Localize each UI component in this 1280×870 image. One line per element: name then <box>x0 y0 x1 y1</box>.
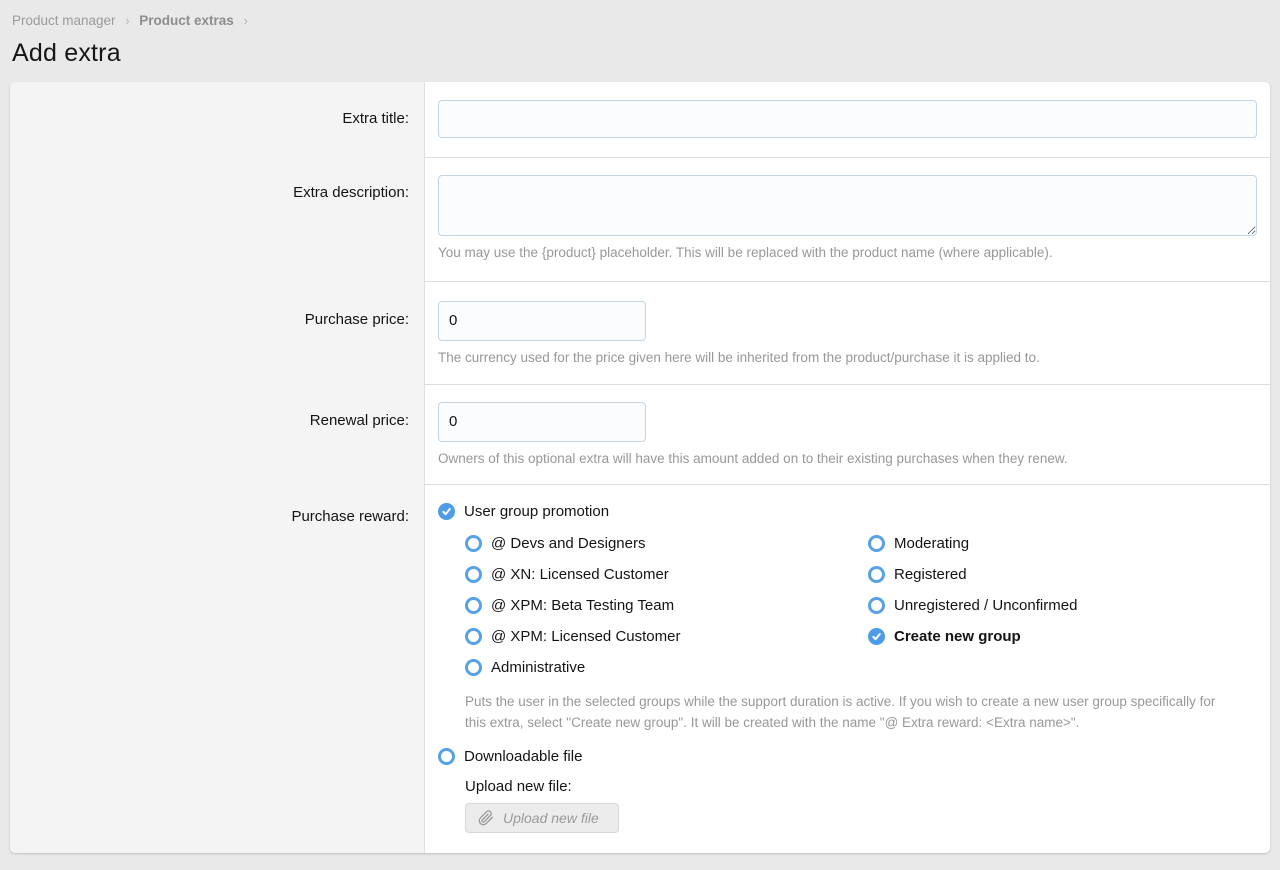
purchase-reward-label: Purchase reward: <box>10 484 425 853</box>
radio-group-devs-and-designers[interactable]: @ Devs and Designers <box>465 533 868 555</box>
add-extra-form: Extra title: Extra description: You may … <box>10 82 1270 853</box>
purchase-reward-help: Puts the user in the selected groups whi… <box>465 692 1223 734</box>
extra-description-textarea[interactable] <box>438 175 1257 236</box>
radio-icon[interactable] <box>438 748 455 765</box>
user-group-options-col2: Moderating Registered Unregistered / Unc… <box>868 533 1077 688</box>
radio-group-moderating[interactable]: Moderating <box>868 533 1077 555</box>
radio-icon[interactable] <box>465 566 482 583</box>
radio-label: @ XPM: Licensed Customer <box>491 628 680 645</box>
renewal-price-row: Renewal price: Owners of this optional e… <box>10 384 1270 484</box>
upload-new-file-button[interactable]: Upload new file <box>465 803 619 833</box>
extra-title-row: Extra title: <box>10 82 1270 157</box>
radio-downloadable-file[interactable]: Downloadable file <box>438 746 1257 768</box>
radio-icon[interactable] <box>465 659 482 676</box>
user-group-options: @ Devs and Designers @ XN: Licensed Cust… <box>465 533 1257 688</box>
breadcrumb-separator: › <box>244 14 248 28</box>
upload-new-file-label: Upload new file: <box>465 778 1257 795</box>
upload-section: Upload new file: Upload new file <box>465 778 1257 833</box>
extra-title-label: Extra title: <box>10 82 425 157</box>
radio-icon[interactable] <box>465 628 482 645</box>
extra-description-help: You may use the {product} placeholder. T… <box>438 244 1257 263</box>
renewal-price-input[interactable] <box>438 402 646 442</box>
radio-checked-icon[interactable] <box>438 503 455 520</box>
radio-checked-icon[interactable] <box>868 628 885 645</box>
radio-user-group-promotion-label: User group promotion <box>464 503 609 520</box>
purchase-price-row: Purchase price: The currency used for th… <box>10 281 1270 384</box>
radio-group-administrative[interactable]: Administrative <box>465 657 868 679</box>
radio-icon[interactable] <box>868 535 885 552</box>
purchase-price-input[interactable] <box>438 301 646 341</box>
radio-label: Moderating <box>894 535 969 552</box>
renewal-price-label: Renewal price: <box>10 384 425 484</box>
extra-description-label: Extra description: <box>10 157 425 281</box>
radio-label: Administrative <box>491 659 585 676</box>
paperclip-icon <box>478 810 494 826</box>
purchase-reward-row: Purchase reward: User group promotion <box>10 484 1270 853</box>
check-icon <box>441 506 452 517</box>
breadcrumb-product-extras[interactable]: Product extras <box>139 13 234 28</box>
breadcrumb: Product manager › Product extras › <box>10 10 1270 28</box>
extra-title-input[interactable] <box>438 100 1257 138</box>
radio-group-registered[interactable]: Registered <box>868 564 1077 586</box>
radio-icon[interactable] <box>465 597 482 614</box>
radio-label: Unregistered / Unconfirmed <box>894 597 1077 614</box>
radio-group-xn-licensed-customer[interactable]: @ XN: Licensed Customer <box>465 564 868 586</box>
radio-icon[interactable] <box>868 566 885 583</box>
extra-description-row: Extra description: You may use the {prod… <box>10 157 1270 281</box>
radio-label: @ Devs and Designers <box>491 535 645 552</box>
breadcrumb-product-manager[interactable]: Product manager <box>12 13 116 28</box>
radio-label: @ XPM: Beta Testing Team <box>491 597 674 614</box>
radio-group-create-new-group[interactable]: Create new group <box>868 626 1077 648</box>
page: Product manager › Product extras › Add e… <box>0 0 1280 863</box>
radio-user-group-promotion[interactable]: User group promotion <box>438 501 1257 523</box>
user-group-options-col1: @ Devs and Designers @ XN: Licensed Cust… <box>465 533 868 688</box>
radio-icon[interactable] <box>465 535 482 552</box>
renewal-price-help: Owners of this optional extra will have … <box>438 450 1257 469</box>
radio-icon[interactable] <box>868 597 885 614</box>
radio-label: Create new group <box>894 628 1021 645</box>
page-title: Add extra <box>12 39 1270 68</box>
breadcrumb-separator: › <box>125 14 129 28</box>
radio-group-unregistered-unconfirmed[interactable]: Unregistered / Unconfirmed <box>868 595 1077 617</box>
upload-new-file-button-label: Upload new file <box>503 810 599 826</box>
radio-group-xpm-beta-testing-team[interactable]: @ XPM: Beta Testing Team <box>465 595 868 617</box>
radio-label: @ XN: Licensed Customer <box>491 566 669 583</box>
radio-label: Registered <box>894 566 967 583</box>
purchase-price-help: The currency used for the price given he… <box>438 349 1257 368</box>
purchase-price-label: Purchase price: <box>10 281 425 384</box>
radio-downloadable-file-label: Downloadable file <box>464 748 582 765</box>
check-icon <box>871 631 882 642</box>
radio-group-xpm-licensed-customer[interactable]: @ XPM: Licensed Customer <box>465 626 868 648</box>
